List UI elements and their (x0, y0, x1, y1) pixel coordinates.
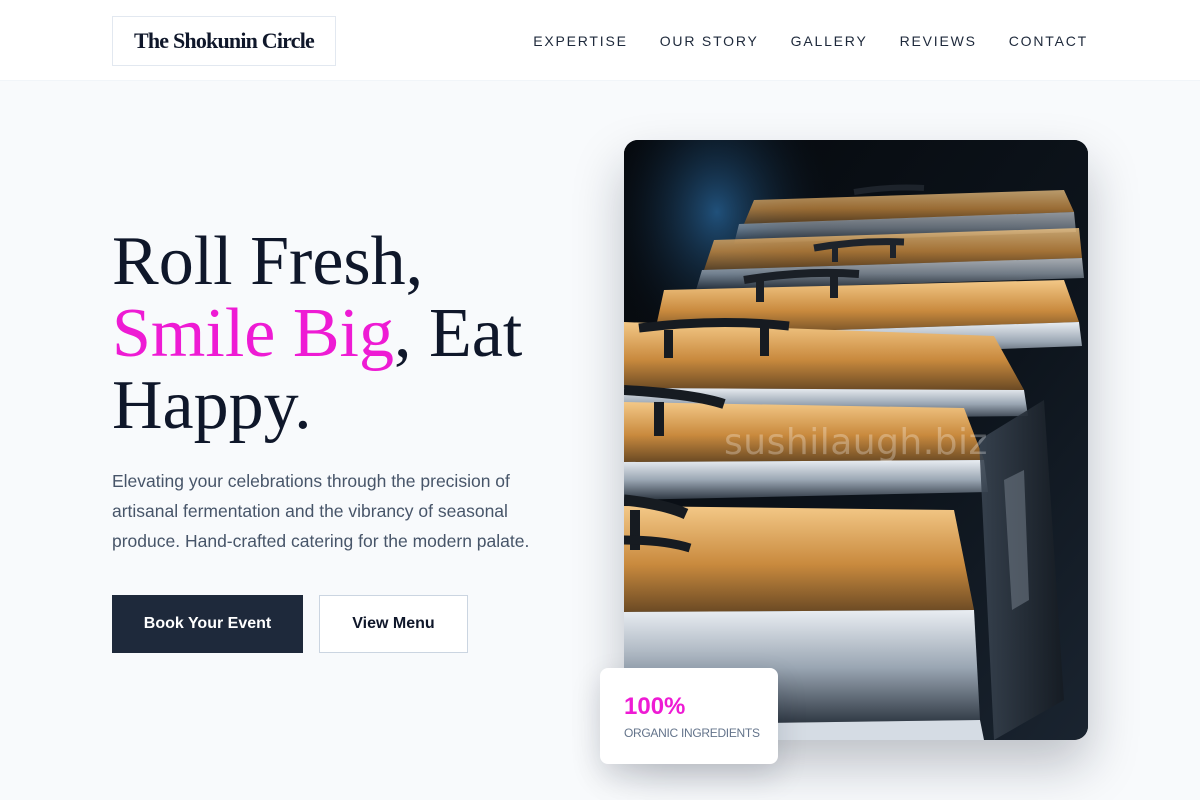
nav-link-our-story[interactable]: OUR STORY (660, 33, 759, 49)
brand-logo[interactable]: The Shokunin Circle (112, 16, 336, 66)
hero-title-accent: Smile Big (112, 295, 394, 372)
hero-title-rest: , Eat (393, 295, 523, 372)
nav-link-expertise[interactable]: EXPERTISE (533, 33, 628, 49)
stat-label: ORGANIC INGREDIENTS (624, 726, 760, 740)
image-watermark: sushilaugh.biz (724, 422, 988, 463)
hero-description: Elevating your celebrations through the … (112, 471, 530, 551)
hero-title: Roll Fresh, Smile Big, Eat Happy. (112, 226, 582, 442)
view-menu-button[interactable]: View Menu (319, 595, 468, 653)
stat-value: 100% (624, 693, 686, 720)
hero-title-line3: Happy. (112, 367, 312, 444)
nav-link-contact[interactable]: CONTACT (1009, 33, 1088, 49)
nav-link-gallery[interactable]: GALLERY (791, 33, 868, 49)
stat-card: 100% ORGANIC INGREDIENTS (600, 668, 778, 764)
nav-link-reviews[interactable]: REVIEWS (900, 33, 977, 49)
main-nav: EXPERTISE OUR STORY GALLERY REVIEWS CONT… (533, 0, 1088, 81)
hero-image: sushilaugh.biz (624, 140, 1088, 740)
hero-title-line1: Roll Fresh, (112, 223, 424, 300)
book-event-button[interactable]: Book Your Event (112, 595, 303, 653)
site-header: The Shokunin Circle EXPERTISE OUR STORY … (0, 0, 1200, 81)
